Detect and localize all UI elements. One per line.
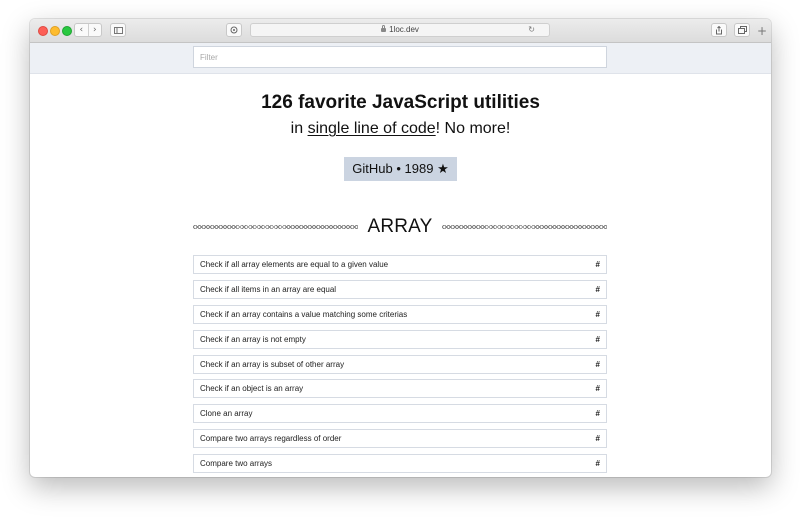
address-bar[interactable]: 1loc.dev ↻ <box>250 23 550 37</box>
list-item-label[interactable]: Check if all array elements are equal to… <box>200 260 388 269</box>
single-line-of-code-link[interactable]: single line of code <box>308 120 436 137</box>
list-item-label[interactable]: Compare two arrays regardless of order <box>200 434 341 443</box>
wavy-divider-left <box>193 225 359 229</box>
list-item-label[interactable]: Check if an array contains a value match… <box>200 310 407 319</box>
github-label: GitHub • 1989 <box>352 161 434 176</box>
sidebar-toggle-button[interactable] <box>110 23 126 37</box>
share-icon <box>716 25 722 34</box>
browser-window: ‹ › 1loc.dev ↻ + 126 favorite JavaScript… <box>30 19 771 477</box>
tabs-icon <box>737 26 747 34</box>
list-item-label[interactable]: Check if an object is an array <box>200 384 303 393</box>
new-tab-icon[interactable]: + <box>757 24 767 38</box>
star-icon: ★ <box>437 162 449 177</box>
address-text: 1loc.dev <box>389 25 419 34</box>
zoom-window-button[interactable] <box>62 26 72 36</box>
wavy-divider-right <box>441 225 607 229</box>
filter-input[interactable] <box>193 46 607 68</box>
list-item[interactable]: Check if an object is an array # <box>193 379 607 398</box>
forward-button[interactable]: › <box>89 24 102 36</box>
privacy-report-button[interactable] <box>226 23 242 37</box>
filter-bar <box>30 43 771 74</box>
list-item[interactable]: Compare two arrays # <box>193 454 607 473</box>
anchor-link[interactable]: # <box>596 285 600 294</box>
tab-overview-button[interactable] <box>734 23 750 37</box>
subtitle-prefix: in <box>290 120 308 137</box>
list-item[interactable]: Check if an array is subset of other arr… <box>193 355 607 374</box>
section-title: ARRAY <box>367 216 433 237</box>
list-item[interactable]: Compare two arrays regardless of order # <box>193 429 607 448</box>
anchor-link[interactable]: # <box>596 360 600 369</box>
anchor-link[interactable]: # <box>596 260 600 269</box>
page-subtitle: in single line of code! No more! <box>30 120 771 138</box>
list-item[interactable]: Check if all items in an array are equal… <box>193 280 607 299</box>
back-button[interactable]: ‹ <box>75 24 89 36</box>
close-window-button[interactable] <box>38 26 48 36</box>
list-item-label[interactable]: Check if an array is not empty <box>200 335 306 344</box>
section-heading-array: ARRAY <box>193 215 607 239</box>
list-item-label[interactable]: Check if all items in an array are equal <box>200 285 336 294</box>
subtitle-suffix: ! No more! <box>435 120 511 137</box>
minimize-window-button[interactable] <box>50 26 60 36</box>
title-bar: ‹ › 1loc.dev ↻ + <box>30 19 771 43</box>
list-item[interactable]: Check if all array elements are equal to… <box>193 255 607 274</box>
list-item[interactable]: Check if an array is not empty # <box>193 330 607 349</box>
page-title: 126 favorite JavaScript utilities <box>261 92 540 113</box>
sidebar-icon <box>113 26 123 34</box>
github-button[interactable]: GitHub • 1989 ★ <box>344 157 457 181</box>
anchor-link[interactable]: # <box>596 434 600 443</box>
list-item-label[interactable]: Compare two arrays <box>200 459 272 468</box>
anchor-link[interactable]: # <box>596 409 600 418</box>
lock-icon <box>381 25 387 32</box>
shield-icon <box>230 26 238 34</box>
navigation-buttons: ‹ › <box>74 23 102 37</box>
list-item-label[interactable]: Clone an array <box>200 409 252 418</box>
anchor-link[interactable]: # <box>596 335 600 344</box>
anchor-link[interactable]: # <box>596 310 600 319</box>
list-item-label[interactable]: Check if an array is subset of other arr… <box>200 360 344 369</box>
anchor-link[interactable]: # <box>596 459 600 468</box>
list-item[interactable]: Clone an array # <box>193 404 607 423</box>
anchor-link[interactable]: # <box>596 384 600 393</box>
share-button[interactable] <box>711 23 727 37</box>
reload-icon[interactable]: ↻ <box>528 24 535 36</box>
list-item[interactable]: Check if an array contains a value match… <box>193 305 607 324</box>
